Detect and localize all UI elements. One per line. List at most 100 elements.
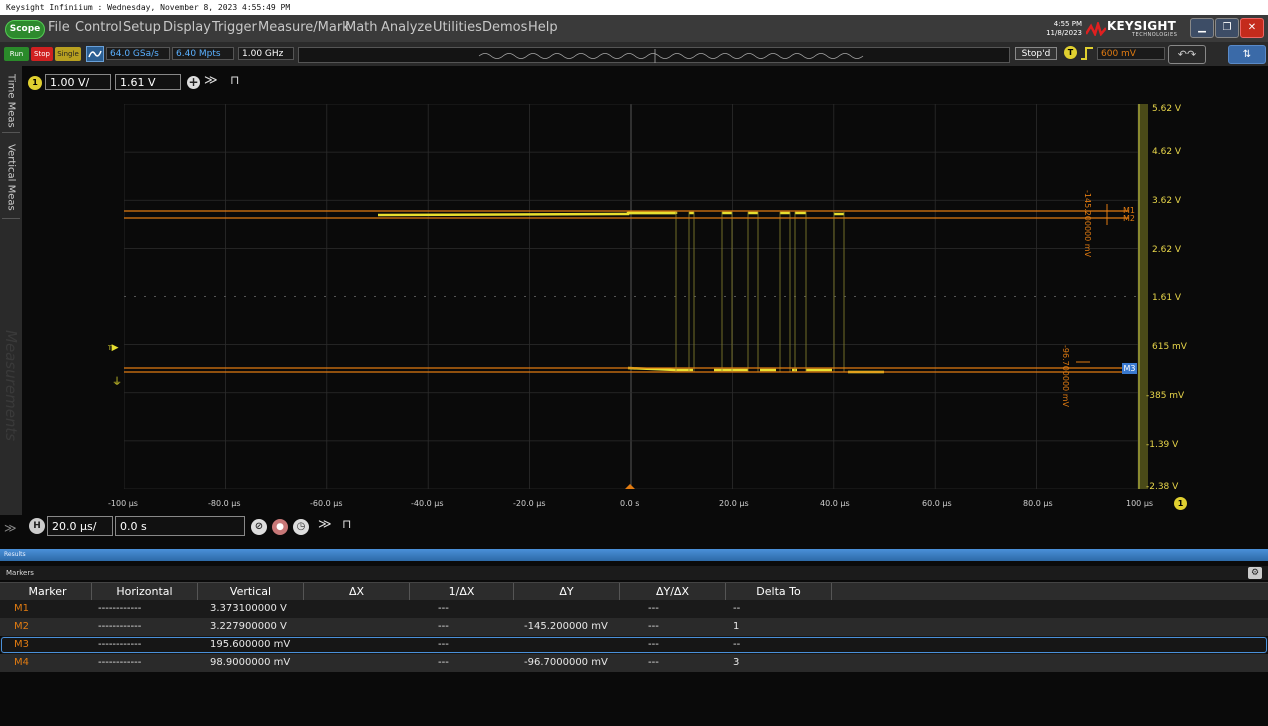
cell-vertical: 195.600000 mV [210,639,291,650]
horizontal-expand-icon[interactable]: ≫ [318,517,332,532]
brand-name: KEYSIGHT [1107,19,1176,33]
menu-analyze[interactable]: Analyze [381,20,432,35]
cell-dy: -96.7000000 mV [524,657,608,668]
menu-measure-mark[interactable]: Measure/Mark [258,20,350,35]
undo-redo-icon[interactable]: ↶↷ [1168,45,1206,64]
brand-subtitle: TECHNOLOGIES [1132,32,1178,38]
markers-table-body: M1 ------------ 3.373100000 V --- --- -- M2 ---… [0,600,1268,672]
single-button[interactable]: Single [55,47,81,61]
vertical-scale-bar[interactable] [1140,104,1148,489]
channel1-offset[interactable]: 1.61 V [115,74,181,90]
close-icon[interactable]: ✕ [1240,18,1264,38]
menu-trigger[interactable]: Trigger [212,20,257,35]
column-header[interactable]: ΔY/ΔX [620,583,726,600]
marker-m2-tag[interactable]: M2 [1123,214,1135,223]
cell-inv-dx: --- [438,639,449,650]
column-header[interactable]: 1/ΔX [410,583,514,600]
channel1-axis-badge[interactable]: 1 [1174,497,1187,510]
cell-marker: M3 [14,639,29,650]
trigger-level-indicator[interactable]: T▶ [108,343,119,353]
y-tick-label: 615 mV [1152,342,1187,352]
run-button[interactable]: Run [4,47,29,61]
menu-utilities[interactable]: Utilities [433,20,482,35]
add-channel-icon[interactable]: + [187,76,200,89]
minimize-icon[interactable]: ▁ [1190,18,1214,38]
touch-mode-icon[interactable]: ⇅ [1228,45,1266,64]
horizontal-scale[interactable]: 20.0 µs/ [47,516,113,536]
y-tick-label: -385 mV [1146,391,1185,401]
menu-math[interactable]: Math [345,20,378,35]
memory-depth[interactable]: 6.40 Mpts [172,47,234,60]
cell-delta-to: -- [733,603,741,614]
expand-panel-icon[interactable]: ≫ [4,521,17,535]
column-header[interactable]: Marker [4,583,92,600]
auto-scale-icon[interactable] [86,46,104,62]
cell-inv-dx: --- [438,603,449,614]
menu-demos[interactable]: Demos [482,20,527,35]
y-tick-label: 4.62 V [1152,147,1182,157]
table-row[interactable]: M2 ------------ 3.227900000 V --- -145.20000… [0,618,1268,636]
menu-file[interactable]: File [48,20,70,35]
x-tick-label: -60.0 µs [310,499,343,508]
channel1-badge[interactable]: 1 [28,76,42,90]
stop-button[interactable]: Stop [31,47,53,61]
y-tick-label: 5.62 V [1152,104,1182,114]
waveform-overview[interactable] [298,47,1010,63]
menu-control[interactable]: Control [75,20,122,35]
markers-label: Markers [6,569,34,577]
table-row[interactable]: M4 ------------ 98.9000000 mV --- -96.700000… [0,654,1268,672]
scale-edge [1138,104,1140,489]
x-tick-label: 60.0 µs [922,499,952,508]
cell-delta-to: 1 [733,621,740,632]
delta-m1-m2-label: -145.200000 mV [1083,190,1092,258]
column-header[interactable]: Delta To [726,583,832,600]
x-tick-label: 20.0 µs [719,499,749,508]
trigger-level[interactable]: 600 mV [1097,47,1165,60]
rising-edge-icon[interactable] [1080,46,1094,61]
y-tick-label: 1.61 V [1152,293,1182,303]
horizontal-badge[interactable]: H [29,518,45,534]
horizontal-pin-icon[interactable]: ⊓ [342,517,351,531]
ground-reference-icon[interactable]: ⏚ [112,373,122,388]
pin-icon[interactable]: ⊓ [230,73,239,87]
column-header[interactable]: ΔY [514,583,620,600]
x-tick-label: -80.0 µs [208,499,241,508]
y-tick-label: -1.39 V [1146,440,1179,450]
table-row[interactable]: M1 ------------ 3.373100000 V --- --- -- [0,600,1268,618]
settings-gear-icon[interactable]: ⚙ [1248,567,1262,579]
acquisition-status: Stop'd [1015,47,1057,60]
trigger-level-tag: T [108,345,112,352]
menu-display[interactable]: Display [163,20,211,35]
menu-help[interactable]: Help [528,20,558,35]
tab-time-meas[interactable]: Time Meas [2,70,20,133]
table-row[interactable]: M3 ------------ 195.600000 mV --- --- -- [0,636,1268,654]
scope-button[interactable]: Scope [5,20,45,39]
column-header[interactable]: Horizontal [92,583,198,600]
y-tick-label: 3.62 V [1152,196,1182,206]
menu-setup[interactable]: Setup [123,20,161,35]
column-header[interactable]: Vertical [198,583,304,600]
menu-bar: Scope File Control Setup Display Trigger… [0,15,1268,42]
sample-rate[interactable]: 64.0 GSa/s [106,47,170,60]
channel1-scale[interactable]: 1.00 V/ [45,74,111,90]
markers-table: Marker Horizontal Vertical ΔX 1/ΔX ΔY ΔY… [0,582,1268,672]
bandwidth[interactable]: 1.00 GHz [238,47,294,60]
clock-icon[interactable]: ◷ [293,519,309,535]
column-header[interactable]: ΔX [304,583,410,600]
cell-marker: M4 [14,657,29,668]
cell-dydx: --- [648,621,659,632]
restore-icon[interactable]: ❐ [1215,18,1239,38]
overview-waveform-icon [478,49,864,63]
marker-m3-tag[interactable]: M3 [1122,363,1137,374]
trigger-channel-badge[interactable]: T [1064,46,1077,59]
results-label: Results [4,551,26,558]
trigger-position-icon[interactable] [625,484,635,489]
tab-vertical-meas[interactable]: Vertical Meas [2,136,20,219]
zoom-icon[interactable]: ⊘ [251,519,267,535]
record-icon[interactable]: ● [272,519,288,535]
results-panel-header[interactable]: Results [0,549,1268,561]
horizontal-position[interactable]: 0.0 s [115,516,245,536]
waveform-display[interactable] [124,104,1138,489]
keysight-logo-icon [1086,22,1106,36]
expand-icon[interactable]: ≫ [204,73,218,88]
